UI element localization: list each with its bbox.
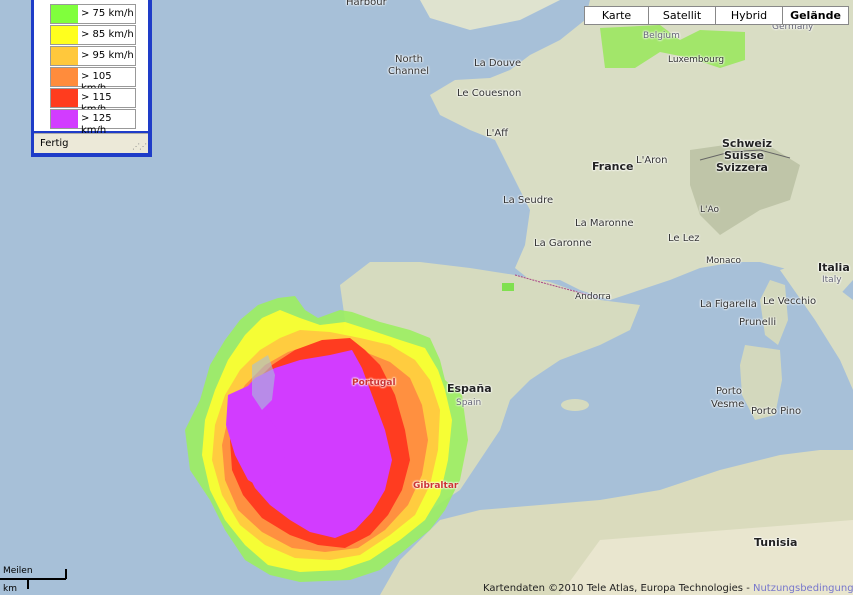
legend-row: > 85 km/h: [50, 25, 136, 45]
map-type-gelande-button[interactable]: Gelände: [782, 6, 849, 25]
place-label-monaco: Monaco: [706, 256, 741, 266]
attribution-text: Kartendaten ©2010 Tele Atlas, Europa Tec…: [483, 583, 753, 594]
status-text: Fertig: [40, 138, 69, 149]
legend-window: > 75 km/h > 85 km/h > 95 km/h > 105 km/h…: [31, 0, 152, 157]
place-label-andorra: Andorra: [575, 292, 611, 302]
resize-grip-icon[interactable]: ⋰⋰: [132, 142, 147, 151]
legend-swatch: [51, 5, 78, 23]
scale-unit-miles: Meilen: [3, 566, 33, 576]
place-label-le-lez: Le Lez: [668, 233, 700, 244]
legend-swatch: [51, 47, 78, 65]
scale-unit-km: km: [3, 584, 17, 594]
place-label-channel: Channel: [388, 66, 430, 77]
legend-swatch: [51, 26, 78, 44]
place-label-north: North: [395, 54, 423, 65]
place-label-le-vecchio: Le Vecchio: [763, 296, 817, 307]
place-label-laron: L'Aron: [636, 155, 668, 166]
place-label-suisse: Suisse: [724, 149, 765, 162]
map-type-satellit-button[interactable]: Satellit: [648, 6, 716, 25]
legend-label: > 85 km/h: [81, 29, 134, 40]
map-type-control: Karte Satellit Hybrid Gelände: [584, 6, 849, 25]
place-label-portugal: Portugal: [352, 378, 396, 388]
place-label-spain: Spain: [456, 398, 482, 408]
place-label-la-maronne: La Maronne: [575, 218, 634, 229]
legend-row: > 105 km/h: [50, 67, 136, 94]
map-type-karte-button[interactable]: Karte: [584, 6, 649, 25]
map-type-hybrid-button[interactable]: Hybrid: [715, 6, 783, 25]
legend-panel: > 75 km/h > 85 km/h > 95 km/h > 105 km/h…: [34, 0, 148, 136]
place-label-la-figarella: La Figarella: [700, 299, 757, 310]
place-label-tunisia: Tunisia: [754, 536, 798, 549]
place-label-belgium: Belgium: [643, 31, 680, 41]
legend-label: > 75 km/h: [81, 8, 134, 19]
place-label-lao: L'Ao: [700, 205, 719, 215]
place-label-svizzera: Svizzera: [716, 161, 768, 174]
place-label-laff: L'Aff: [486, 128, 509, 139]
place-label-italy: Italy: [822, 275, 842, 285]
place-label-vesme: Vesme: [711, 399, 745, 410]
legend-row: > 95 km/h: [50, 46, 136, 66]
terms-link[interactable]: Nutzungsbedingungen: [753, 583, 853, 594]
map-attribution: Kartendaten ©2010 Tele Atlas, Europa Tec…: [483, 583, 853, 594]
place-label-luxembourg: Luxembourg: [668, 55, 725, 65]
place-label-la-douve: La Douve: [474, 58, 522, 69]
legend-row: > 125 km/h: [50, 109, 136, 136]
place-label-le-couesnon: Le Couesnon: [457, 88, 522, 99]
legend-swatch: [51, 110, 78, 128]
place-label-france: France: [592, 160, 634, 173]
place-label-porto-pino: Porto Pino: [751, 406, 802, 417]
legend-label: > 95 km/h: [81, 50, 134, 61]
legend-swatch: [51, 89, 78, 107]
legend-row: > 115 km/h: [50, 88, 136, 115]
place-label-la-garonne: La Garonne: [534, 238, 592, 249]
place-label-italia: Italia: [818, 261, 850, 274]
scale-bar: Meilen km: [0, 566, 70, 595]
place-label-la-seudre: La Seudre: [503, 195, 554, 206]
place-label-prunelli: Prunelli: [739, 317, 777, 328]
legend-swatch: [51, 68, 78, 86]
place-label-espana: España: [447, 382, 492, 395]
legend-row: > 75 km/h: [50, 4, 136, 24]
place-label-schweiz: Schweiz: [722, 137, 773, 150]
place-label-harbour: Harbour: [346, 0, 387, 8]
legend-status-bar: Fertig ⋰⋰: [34, 133, 148, 153]
place-label-porto: Porto: [716, 386, 742, 397]
place-label-gibraltar: Gibraltar: [413, 481, 459, 491]
